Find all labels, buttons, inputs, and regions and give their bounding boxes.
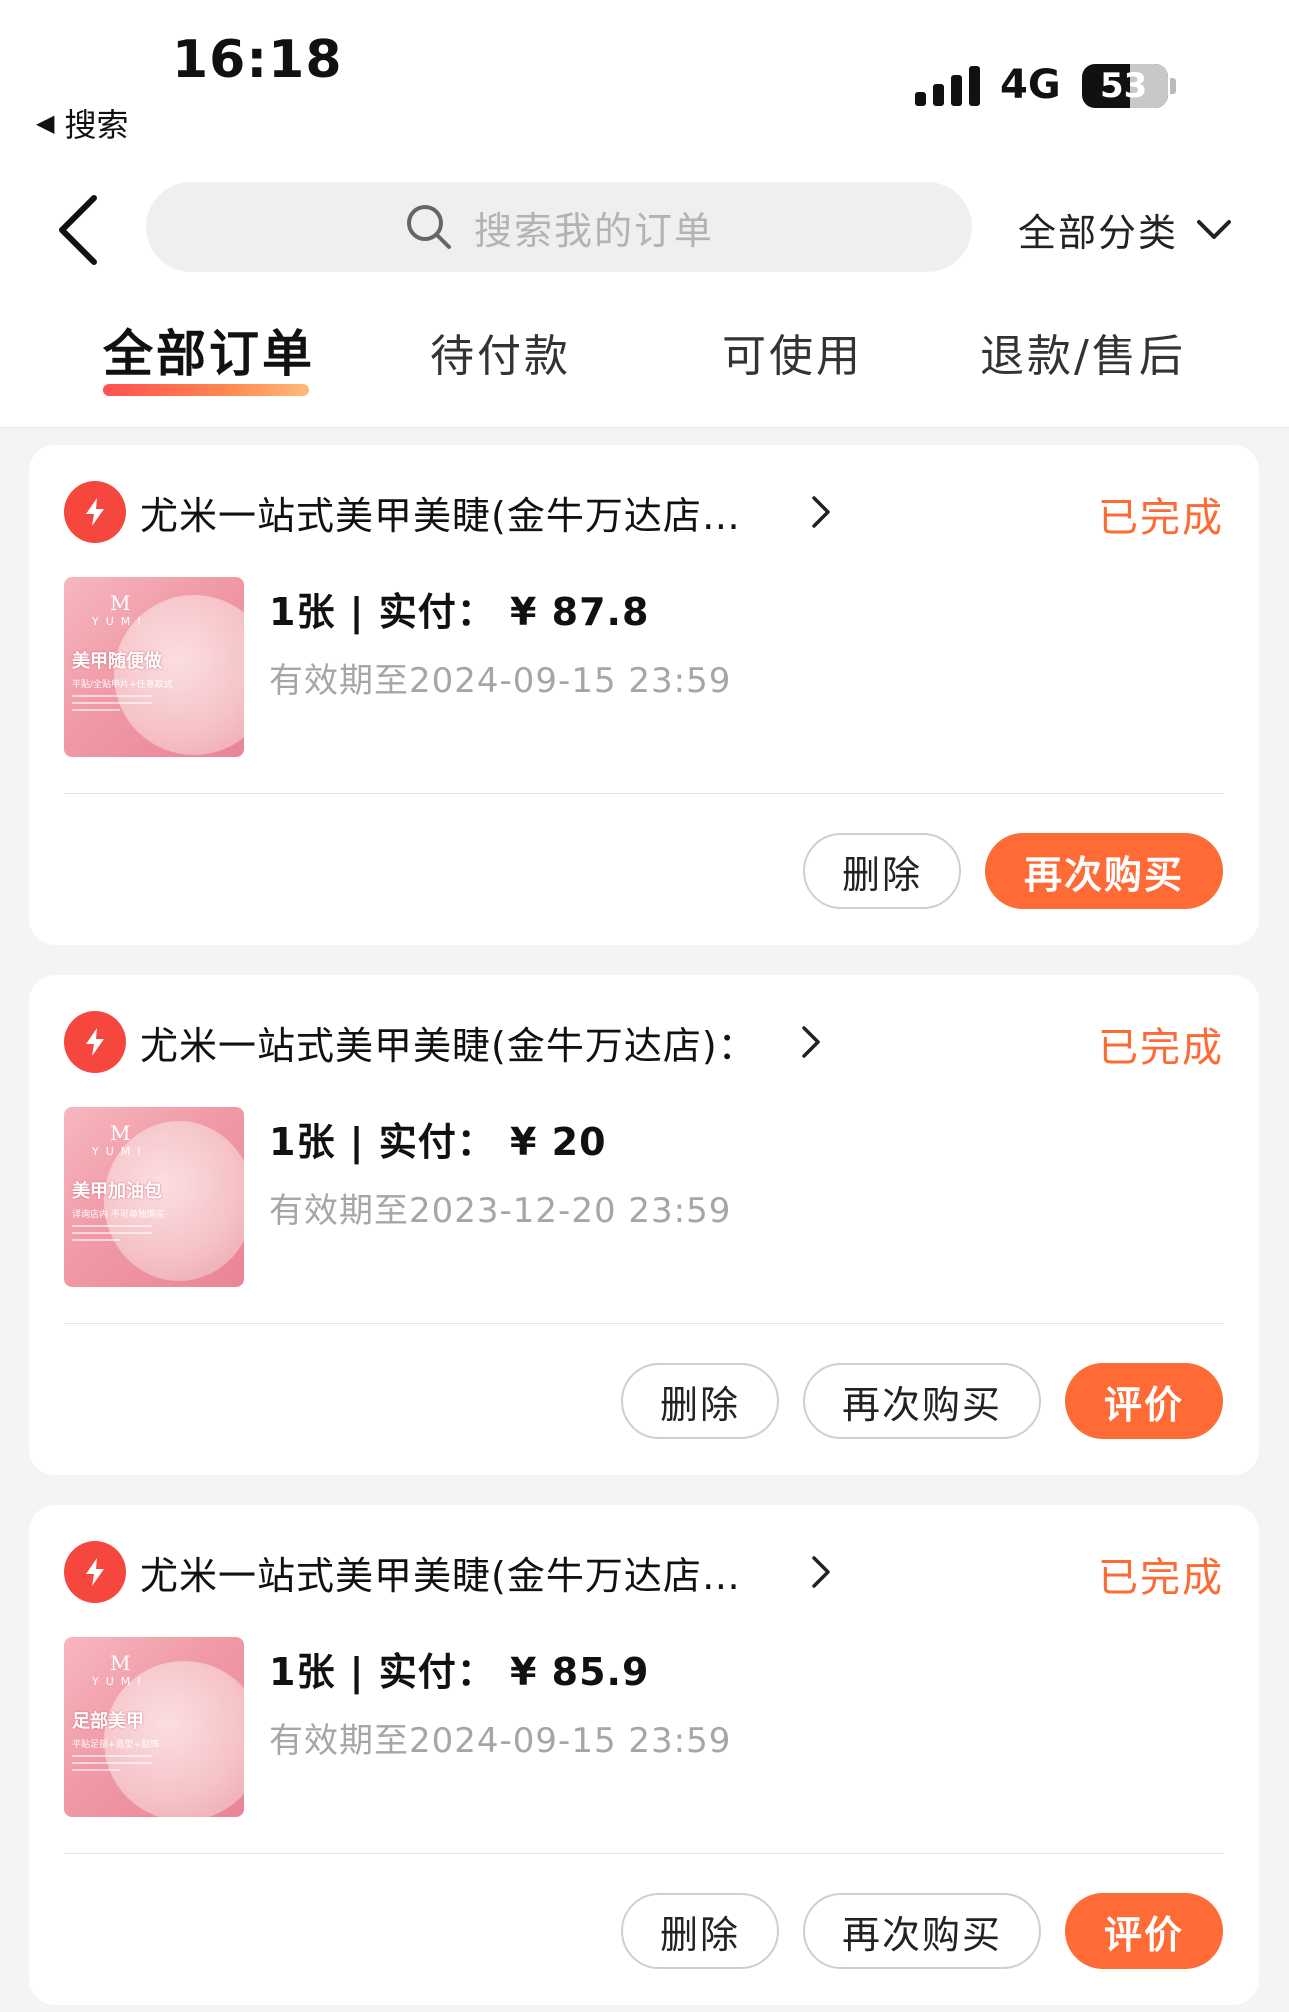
shop-logo-icon [64,1541,126,1603]
chevron-left-icon [59,195,97,265]
shop-title: 尤米一站式美甲美睫(金牛万达店)：美甲加油包一 [140,1024,740,1068]
back-button[interactable] [52,190,112,270]
chevron-right-icon [812,496,830,528]
buy-again-button[interactable]: 再次购买 [803,1363,1041,1439]
chevron-right-icon [802,1026,820,1058]
order-status: 已完成 [1098,1025,1224,1071]
buy-again-button[interactable]: 再次购买 [803,1893,1041,1969]
quantity-paid: 1张 | 实付： ¥ 85.9 [269,1650,650,1694]
shop-title: 尤米一站式美甲美睫(金牛万达店)：【足部美甲… [140,1554,740,1598]
status-time: 16:18 [172,30,343,90]
review-button[interactable]: 评价 [1065,1363,1223,1439]
order-header[interactable]: 尤米一站式美甲美睫(金牛万达店)：甲片+造型… 已完成 [64,481,1224,545]
quantity-paid: 1张 | 实付： ¥ 87.8 [269,590,650,634]
shop-title: 尤米一站式美甲美睫(金牛万达店)：甲片+造型… [140,494,740,538]
shop-logo-icon [64,1011,126,1073]
order-card[interactable]: 尤米一站式美甲美睫(金牛万达店)：甲片+造型… 已完成 M YUMI 美甲随便做… [29,445,1259,945]
divider [64,1323,1224,1324]
chevron-right-icon [812,1556,830,1588]
divider [64,793,1224,794]
product-thumbnail[interactable]: M YUMI 足部美甲 平贴足部+造型+贴饰 [64,1637,244,1817]
status-bar: 16:18 ◀ 搜索 4G 53 [0,0,1289,150]
quantity-paid: 1张 | 实付： ¥ 20 [269,1120,607,1164]
battery-level: 53 [1100,66,1148,106]
order-status: 已完成 [1098,1555,1224,1601]
expiry-date: 有效期至2023-12-20 23:59 [269,1191,732,1231]
product-thumbnail[interactable]: M YUMI 美甲随便做 平贴/全贴甲片+任意款式 [64,577,244,757]
chevron-down-icon [1197,219,1232,239]
delete-button[interactable]: 删除 [803,833,961,909]
back-to-app-link[interactable]: ◀ 搜索 [36,100,128,146]
order-header[interactable]: 尤米一站式美甲美睫(金牛万达店)：【足部美甲… 已完成 [64,1541,1224,1605]
divider [64,1853,1224,1854]
shop-logo-icon [64,481,126,543]
back-triangle-icon: ◀ [36,109,55,137]
expiry-date: 有效期至2024-09-15 23:59 [269,1721,732,1761]
nav-header: 搜索我的订单 全部分类 全部订单 待付款 可使用 退款/售后 [0,150,1289,428]
delete-button[interactable]: 删除 [621,1893,779,1969]
expiry-date: 有效期至2024-09-15 23:59 [269,661,732,701]
tab-all-orders[interactable]: 全部订单 [103,314,315,386]
tab-pending-payment[interactable]: 待付款 [430,320,571,384]
battery-icon: 53 [1082,64,1168,108]
product-thumbnail[interactable]: M YUMI 美甲加油包 详询店内 不可单独购买 [64,1107,244,1287]
search-icon [406,205,451,249]
category-label: 全部分类 [1018,211,1179,255]
tab-usable[interactable]: 可使用 [722,320,863,384]
order-status: 已完成 [1098,495,1224,541]
buy-again-button[interactable]: 再次购买 [985,833,1223,909]
order-tabs: 全部订单 待付款 可使用 退款/售后 [0,320,1289,410]
back-to-app-label: 搜索 [64,106,129,144]
order-card[interactable]: 尤米一站式美甲美睫(金牛万达店)：美甲加油包一 已完成 M YUMI 美甲加油包… [29,975,1259,1475]
category-dropdown[interactable]: 全部分类 [1018,202,1232,257]
search-placeholder: 搜索我的订单 [473,208,714,253]
order-header[interactable]: 尤米一站式美甲美睫(金牛万达店)：美甲加油包一 已完成 [64,1011,1224,1075]
tab-refund-aftersale[interactable]: 退款/售后 [980,320,1186,384]
network-type: 4G [1000,62,1061,108]
search-input[interactable]: 搜索我的订单 [146,182,972,272]
order-card[interactable]: 尤米一站式美甲美睫(金牛万达店)：【足部美甲… 已完成 M YUMI 足部美甲 … [29,1505,1259,2005]
signal-icon [915,62,980,106]
delete-button[interactable]: 删除 [621,1363,779,1439]
review-button[interactable]: 评价 [1065,1893,1223,1969]
